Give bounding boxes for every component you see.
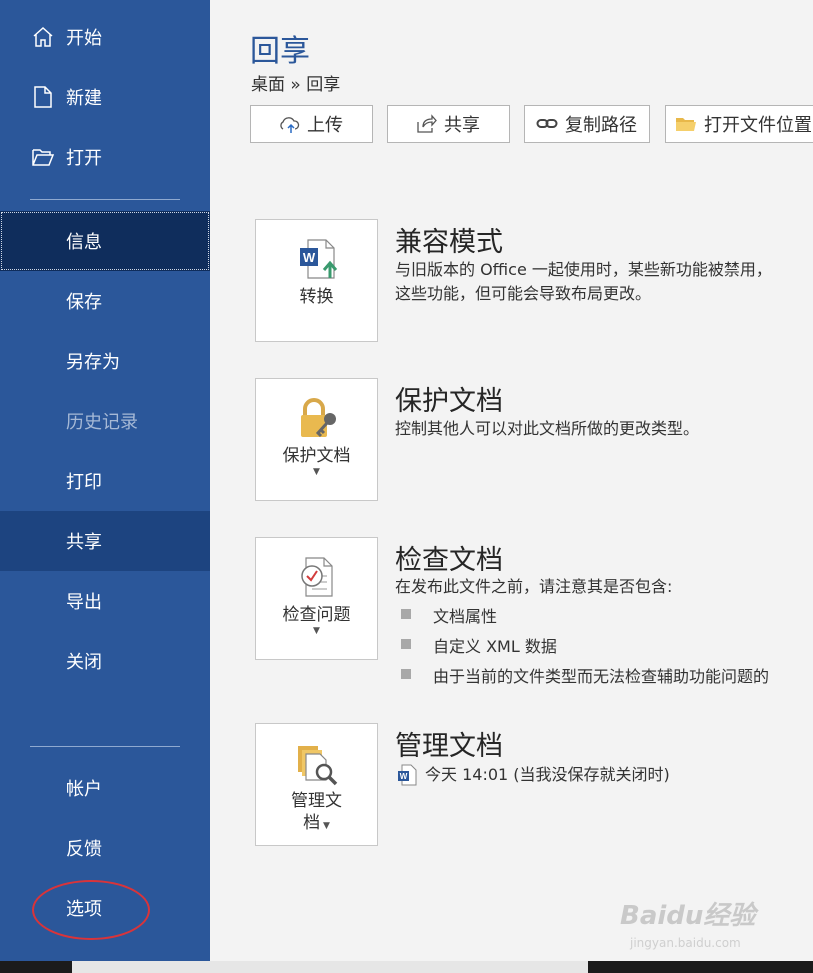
nav-home-label: 开始 xyxy=(66,28,102,49)
compat-text-2: 这些功能，但可能会导致布局更改。 xyxy=(395,284,652,303)
inspect-title: 检查文档 xyxy=(395,545,503,576)
nav-info-label: 信息 xyxy=(66,232,102,253)
inspect-bullet-2: 自定义 XML 数据 xyxy=(433,637,557,656)
convert-label: 转换 xyxy=(299,287,334,307)
bullet-icon xyxy=(401,639,411,649)
open-location-label: 打开文件位置 xyxy=(704,115,812,136)
inspect-document-icon xyxy=(292,552,342,602)
convert-button[interactable]: W 转换 xyxy=(255,219,378,342)
link-icon xyxy=(535,113,559,135)
chevron-down-icon: ▼ xyxy=(313,467,320,477)
nav-home[interactable]: 开始 xyxy=(0,7,210,67)
chevron-down-icon: ▼ xyxy=(320,821,330,831)
home-icon xyxy=(30,24,56,50)
sidebar-divider-bottom xyxy=(30,746,180,747)
nav-new-label: 新建 xyxy=(66,88,102,109)
red-circle-annotation xyxy=(32,880,150,940)
share-label: 共享 xyxy=(444,115,480,136)
share-icon xyxy=(414,113,438,135)
protect-title: 保护文档 xyxy=(395,386,503,417)
nav-feedback-label: 反馈 xyxy=(66,839,102,860)
compat-text-1: 与旧版本的 Office 一起使用时，某些新功能被禁用， xyxy=(395,260,772,279)
baidu-watermark-url: jingyan.baidu.com xyxy=(630,936,741,950)
manage-label-line2: 档 xyxy=(303,813,321,833)
nav-print[interactable]: 打印 xyxy=(0,451,210,511)
bullet-icon xyxy=(401,669,411,679)
nav-open[interactable]: 打开 xyxy=(0,127,210,187)
manage-label: 管理文 档 ▼ xyxy=(291,790,342,837)
manage-label-line1: 管理文 xyxy=(291,791,342,811)
manage-title: 管理文档 xyxy=(395,731,503,762)
taskbar-middle xyxy=(72,961,588,973)
backstage-sidebar: 开始 新建 打开 信息 保存 另存为 历史记录 打印 共享 导出 关闭 帐户 反… xyxy=(0,0,210,961)
compat-title: 兼容模式 xyxy=(395,227,503,258)
nav-close-label: 关闭 xyxy=(66,652,102,673)
nav-save-as-label: 另存为 xyxy=(66,352,120,373)
nav-export[interactable]: 导出 xyxy=(0,571,210,631)
nav-share[interactable]: 共享 xyxy=(0,511,210,571)
word-convert-icon: W xyxy=(292,234,342,284)
nav-save-as[interactable]: 另存为 xyxy=(0,331,210,391)
nav-print-label: 打印 xyxy=(66,472,102,493)
nav-close[interactable]: 关闭 xyxy=(0,631,210,691)
cloud-upload-icon xyxy=(277,113,301,135)
baidu-watermark: Baidu经验 xyxy=(620,901,756,931)
manage-versions-icon xyxy=(292,738,342,788)
nav-history-label: 历史记录 xyxy=(66,412,138,433)
copy-path-button[interactable]: 复制路径 xyxy=(524,105,650,143)
chevron-down-icon: ▼ xyxy=(313,626,320,636)
autosave-version-link[interactable]: W 今天 14:01 (当我没保存就关闭时) xyxy=(397,763,670,787)
bullet-icon xyxy=(401,609,411,619)
word-file-icon: W xyxy=(397,764,417,786)
manage-document-button[interactable]: 管理文 档 ▼ xyxy=(255,723,378,846)
share-button[interactable]: 共享 xyxy=(387,105,510,143)
protect-label: 保护文档 xyxy=(282,446,351,466)
inspect-bullet-3: 由于当前的文件类型而无法检查辅助功能问题的 xyxy=(433,667,770,686)
nav-save-label: 保存 xyxy=(66,292,102,313)
svg-text:W: W xyxy=(400,772,408,781)
autosave-version-label: 今天 14:01 (当我没保存就关闭时) xyxy=(425,765,670,784)
copy-path-label: 复制路径 xyxy=(565,115,637,136)
open-folder-icon xyxy=(30,144,56,170)
inspect-text: 在发布此文件之前，请注意其是否包含: xyxy=(395,577,673,596)
nav-export-label: 导出 xyxy=(66,592,102,613)
nav-share-label: 共享 xyxy=(66,532,102,553)
nav-new[interactable]: 新建 xyxy=(0,67,210,127)
protect-document-button[interactable]: 保护文档 ▼ xyxy=(255,378,378,501)
protect-text: 控制其他人可以对此文档所做的更改类型。 xyxy=(395,419,700,438)
nav-info[interactable]: 信息 xyxy=(0,211,210,271)
nav-history: 历史记录 xyxy=(0,391,210,451)
nav-save[interactable]: 保存 xyxy=(0,271,210,331)
breadcrumb[interactable]: 桌面 » 回享 xyxy=(251,70,340,95)
inspect-bullet-1: 文档属性 xyxy=(433,607,498,626)
upload-button[interactable]: 上传 xyxy=(250,105,373,143)
nav-account[interactable]: 帐户 xyxy=(0,758,210,818)
taskbar-left xyxy=(0,961,72,973)
check-issues-button[interactable]: 检查问题 ▼ xyxy=(255,537,378,660)
lock-key-icon xyxy=(292,393,342,443)
folder-icon xyxy=(674,113,698,135)
page-title: 回享 xyxy=(250,34,310,69)
check-issues-label: 检查问题 xyxy=(282,605,351,625)
nav-account-label: 帐户 xyxy=(66,779,102,800)
sidebar-divider xyxy=(30,199,180,200)
nav-feedback[interactable]: 反馈 xyxy=(0,818,210,878)
nav-open-label: 打开 xyxy=(66,148,102,169)
upload-label: 上传 xyxy=(307,115,343,136)
svg-text:W: W xyxy=(302,250,315,265)
taskbar-right xyxy=(588,961,813,973)
new-document-icon xyxy=(30,84,56,110)
open-location-button[interactable]: 打开文件位置 xyxy=(665,105,813,143)
